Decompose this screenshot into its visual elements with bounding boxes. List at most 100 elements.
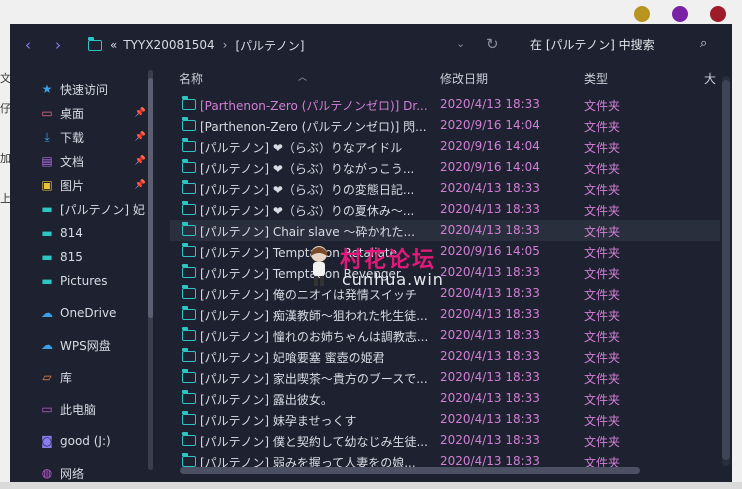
chevron-down-icon[interactable]: ⌄ — [456, 37, 465, 50]
document-icon: ▤ — [41, 154, 53, 168]
sidebar-item[interactable]: ◙ good (J:) — [10, 430, 146, 452]
watermark: 村花论坛 cunhua.win — [300, 242, 470, 292]
sidebar-item[interactable]: ▣ 图片 📌 — [10, 174, 146, 196]
sidebar-scrollbar-thumb[interactable] — [148, 78, 153, 318]
folder-icon — [181, 390, 196, 404]
file-modified-date: 2020/9/16 14:04 — [440, 118, 540, 132]
background-window-fragment: 文 — [0, 72, 10, 84]
file-list-scrollbar-thumb[interactable] — [722, 80, 730, 460]
file-name: [パルテノン] 憧れのお姉ちゃんは調教志... — [200, 330, 429, 344]
breadcrumb-item[interactable]: TYYX20081504 — [123, 38, 214, 52]
list-item[interactable]: [パルテノン] ❤（らぶ）りながっこう... 2020/9/16 14:04 文件夹 — [170, 157, 720, 178]
pin-icon[interactable]: 📌 — [135, 108, 146, 118]
sidebar-item[interactable]: ▬ [パルテノン] 妃 — [10, 198, 146, 220]
list-item[interactable]: [パルテノン] 痴漢教師～狙われた牝生徒... 2020/4/13 18:33 文件… — [170, 304, 720, 325]
sidebar-item-label: [パルテノン] 妃 — [60, 202, 145, 217]
list-item[interactable]: [パルテノン] ❤（らぶ）りなアイドル 2020/9/16 14:04 文件夹 — [170, 136, 720, 157]
sidebar-item[interactable]: ☁ WPS网盘 — [10, 334, 146, 356]
breadcrumb-item[interactable]: [パルテノン] — [235, 37, 304, 54]
library-icon: ▱ — [42, 370, 52, 384]
sidebar-item[interactable]: ▭ 桌面 📌 — [10, 102, 146, 124]
sidebar-item[interactable]: ▬ 814 — [10, 222, 146, 244]
list-item[interactable]: [パルテノン] 露出彼女。 2020/4/13 18:33 文件夹 — [170, 388, 720, 409]
close-button[interactable] — [710, 6, 726, 22]
list-item[interactable]: [パルテノン] ❤（らぶ）りの変態日記... 2020/4/13 18:33 文件夹 — [170, 178, 720, 199]
refresh-icon[interactable]: ↻ — [486, 35, 499, 53]
file-modified-date: 2020/4/13 18:33 — [440, 328, 540, 342]
sidebar-item-label: 814 — [60, 226, 83, 240]
column-header-size[interactable]: 大 — [704, 70, 716, 87]
file-type: 文件夹 — [584, 246, 621, 260]
file-name: [Parthenon-Zero (パルテノンゼロ)] 閃... — [200, 120, 427, 134]
sidebar-item[interactable]: ☁ OneDrive — [10, 302, 146, 324]
list-item[interactable]: [パルテノン] Chair slave ～砕かれた... 2020/4/13 18… — [170, 220, 720, 241]
folder-icon — [181, 306, 196, 320]
window-controls — [634, 6, 726, 22]
sidebar-item[interactable]: ◍ 网络 — [10, 462, 146, 482]
column-header-type[interactable]: 类型 — [584, 70, 608, 87]
file-modified-date: 2020/4/13 18:33 — [440, 391, 540, 405]
drive-icon: ◙ — [41, 434, 53, 448]
breadcrumb-overflow-icon[interactable]: « — [110, 38, 117, 52]
sidebar-item[interactable]: ★ 快速访问 — [10, 78, 146, 100]
pin-icon[interactable]: 📌 — [135, 180, 146, 190]
pin-icon[interactable]: 📌 — [135, 156, 146, 166]
folder-icon: ▬ — [41, 250, 53, 264]
sidebar-item[interactable]: ⤓ 下载 📌 — [10, 126, 146, 148]
file-type: 文件夹 — [584, 414, 621, 428]
minimize-button[interactable] — [634, 6, 650, 22]
file-type: 文件夹 — [584, 351, 621, 365]
list-item[interactable]: [パルテノン] 家出喫茶～貴方のブースで... 2020/4/13 18:33 文件… — [170, 367, 720, 388]
breadcrumb[interactable]: « TYYX20081504 › [パルテノン] — [87, 36, 304, 54]
sidebar-item[interactable]: ▤ 文档 📌 — [10, 150, 146, 172]
sidebar-item-label: 815 — [60, 250, 83, 264]
search-icon[interactable]: ⌕ — [700, 36, 707, 51]
file-modified-date: 2020/4/13 18:33 — [440, 454, 540, 468]
back-button[interactable]: ‹ — [16, 33, 40, 57]
folder-icon — [181, 159, 196, 173]
list-item[interactable]: [パルテノン] 妃喰要塞 蜜壺の姫君 2020/4/13 18:33 文件夹 — [170, 346, 720, 367]
folder-icon — [181, 327, 196, 341]
file-modified-date: 2020/4/13 18:33 — [440, 181, 540, 195]
file-name: [パルテノン] 家出喫茶～貴方のブースで... — [200, 372, 428, 386]
computer-icon: ▭ — [41, 402, 53, 416]
folder-icon — [87, 36, 102, 51]
column-header-date[interactable]: 修改日期 — [440, 70, 488, 87]
maximize-button[interactable] — [672, 6, 688, 22]
sidebar-item-label: 快速访问 — [60, 82, 109, 97]
sidebar-item[interactable]: ▭ 此电脑 — [10, 398, 146, 420]
sidebar-item[interactable]: ▬ Pictures — [10, 270, 146, 292]
sidebar-item[interactable]: ▱ 库 — [10, 366, 146, 388]
picture-icon: ▣ — [41, 178, 53, 192]
folder-icon — [181, 117, 196, 131]
file-type: 文件夹 — [584, 162, 621, 176]
sidebar-item[interactable]: ▬ 815 — [10, 246, 146, 268]
sidebar-item-label: OneDrive — [60, 306, 117, 320]
list-item[interactable]: [パルテノン] 僕と契約して幼なじみ生徒... 2020/4/13 18:33 文件… — [170, 430, 720, 451]
background-window-fragment: 加 — [0, 152, 10, 164]
sidebar-item-label: good (J:) — [60, 434, 111, 448]
list-item[interactable]: [パルテノン] 憧れのお姉ちゃんは調教志... 2020/4/13 18:33 文件… — [170, 325, 720, 346]
file-name: [パルテノン] 露出彼女。 — [200, 393, 333, 407]
horizontal-scrollbar-thumb[interactable] — [180, 467, 640, 474]
list-item[interactable]: [パルテノン] ❤（らぶ）りの夏休み～... 2020/4/13 18:33 文件夹 — [170, 199, 720, 220]
forward-button[interactable]: › — [46, 33, 70, 57]
forward-icon: › — [55, 36, 61, 54]
column-header-name[interactable]: 名称 — [179, 70, 203, 87]
folder-icon — [181, 453, 196, 467]
folder-icon — [181, 243, 196, 257]
file-explorer-window: ‹ › « TYYX20081504 › [パルテノン] ⌄ ↻ 在 [パルテノ… — [10, 24, 732, 482]
folder-icon: ▬ — [41, 274, 53, 288]
sidebar-item-label: 库 — [60, 370, 73, 385]
file-type: 文件夹 — [584, 330, 621, 344]
sidebar-item-label: WPS网盘 — [60, 338, 111, 353]
search-input[interactable]: 在 [パルテノン] 中搜索 — [530, 36, 655, 53]
list-item[interactable]: [パルテノン] 妹孕ませっくす 2020/4/13 18:33 文件夹 — [170, 409, 720, 430]
file-modified-date: 2020/4/13 18:33 — [440, 223, 540, 237]
column-header-row: ︿ 名称 修改日期 类型 大 — [170, 66, 732, 90]
list-item[interactable]: [Parthenon-Zero (パルテノンゼロ)] Dr... 2020/4/1… — [170, 94, 720, 115]
cloud-icon: ☁ — [41, 306, 53, 320]
file-type: 文件夹 — [584, 99, 621, 113]
pin-icon[interactable]: 📌 — [135, 132, 146, 142]
list-item[interactable]: [Parthenon-Zero (パルテノンゼロ)] 閃... 2020/9/16… — [170, 115, 720, 136]
